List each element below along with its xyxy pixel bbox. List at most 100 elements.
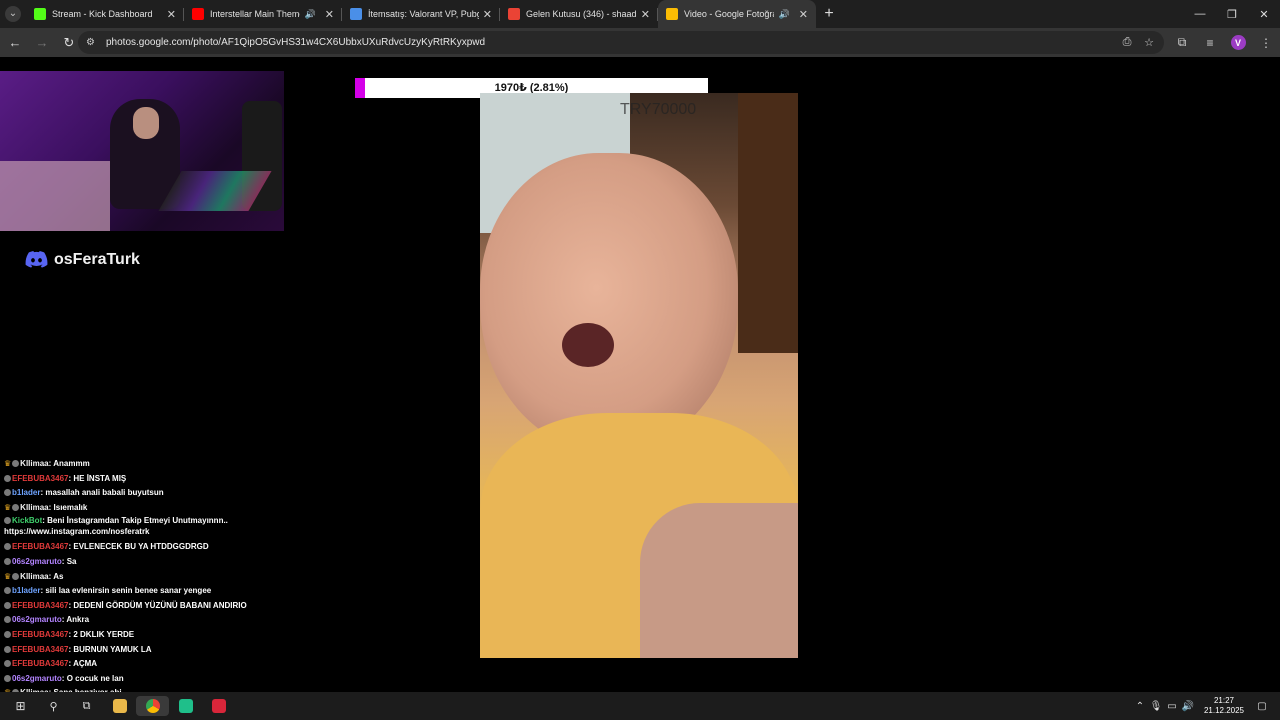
webcam-overlay xyxy=(0,71,284,231)
site-info-icon[interactable]: ⚙ xyxy=(86,37,104,48)
browser-tab[interactable]: Stream - Kick Dashboard ✕ xyxy=(26,0,184,28)
new-tab-button[interactable]: + xyxy=(816,0,842,28)
chat-message: b1lader: sili laa evlenirsin senin benee… xyxy=(4,584,254,599)
tab-close-icon[interactable]: ✕ xyxy=(167,8,176,21)
chat-message: 06s2gmaruto: Sa xyxy=(4,555,254,570)
tab-audio-icon[interactable]: 🔊 xyxy=(779,9,790,20)
chat-username[interactable]: KickBot xyxy=(12,516,42,525)
tab-close-icon[interactable]: ✕ xyxy=(799,8,808,21)
webcam-face xyxy=(133,107,159,139)
chat-overlay: ♛ Kllimaa: Anammm EFEBUBA3467: HE İNSTA MI… xyxy=(4,457,254,716)
chat-app-button[interactable] xyxy=(202,696,235,716)
back-icon[interactable]: ← xyxy=(3,31,27,55)
extensions-icon[interactable]: ⧉ xyxy=(1168,31,1196,55)
tab-title: Gelen Kutusu (346) - shaade0 xyxy=(526,9,637,19)
network-icon[interactable]: ▭ xyxy=(1164,701,1180,712)
crown-badge-icon: ♛ xyxy=(4,459,12,468)
user-badge-icon xyxy=(4,474,11,482)
crown-badge-icon: ♛ xyxy=(4,502,12,512)
chat-text: Isıemalık xyxy=(53,502,88,512)
clock-time: 21:27 xyxy=(1213,696,1234,705)
chat-text: Sa xyxy=(66,556,77,566)
video-baby-mouth xyxy=(562,323,614,367)
chat-message: EFEBUBA3467: BURNUN YAMUK LA xyxy=(4,643,254,658)
discord-handle: osFeraTurk xyxy=(25,250,140,269)
video-background-cabinet xyxy=(738,93,798,353)
tab-title: Video - Google Fotoğraflar xyxy=(684,9,774,19)
chrome-icon xyxy=(145,699,160,713)
user-badge-icon xyxy=(4,587,11,595)
address-url[interactable]: photos.google.com/photo/AF1QipO5GvHS31w4… xyxy=(106,37,485,48)
tab-search-button[interactable]: ⌄ xyxy=(0,0,26,28)
user-badge-icon xyxy=(4,674,11,682)
chat-username[interactable]: Kllimaa xyxy=(20,572,48,581)
windows-icon: ⊞ xyxy=(15,699,26,713)
close-window-icon[interactable]: ✕ xyxy=(1248,0,1280,28)
chat-message: EFEBUBA3467: 2 DKLIK YERDE xyxy=(4,628,254,643)
user-badge-icon xyxy=(12,572,20,580)
minimize-icon[interactable]: — xyxy=(1184,0,1216,28)
user-badge-icon xyxy=(12,503,20,511)
user-badge-icon xyxy=(4,601,11,609)
chat-username[interactable]: Kllimaa xyxy=(20,459,48,468)
address-bar[interactable]: ⚙ photos.google.com/photo/AF1QipO5GvHS31… xyxy=(78,31,1164,54)
chat-username[interactable]: 06s2gmaruto xyxy=(12,557,62,566)
kick-app-button[interactable] xyxy=(169,696,202,716)
start-button[interactable]: ⊞ xyxy=(4,696,37,716)
chat-username[interactable]: 06s2gmaruto xyxy=(12,674,62,683)
chat-username[interactable]: EFEBUBA3467 xyxy=(12,601,68,610)
user-badge-icon xyxy=(4,660,11,668)
page-content: osFeraTurk 1970₺ (2.81%) TRY70000 ♛ Kllim… xyxy=(0,57,1280,712)
task-view-button[interactable]: ⧉ xyxy=(70,696,103,716)
restore-icon[interactable]: ❐ xyxy=(1216,0,1248,28)
bookmark-star-icon[interactable]: ☆ xyxy=(1138,34,1160,51)
chat-app-icon xyxy=(211,699,226,713)
tab-close-icon[interactable]: ✕ xyxy=(641,8,650,21)
browser-tab[interactable]: Video - Google Fotoğraflar 🔊 ✕ xyxy=(658,0,816,28)
tab-favicon-icon xyxy=(666,8,678,20)
menu-icon[interactable]: ⋮ xyxy=(1252,31,1280,55)
chat-text: Anammm xyxy=(53,459,90,468)
photo-video-player[interactable]: TRY70000 xyxy=(480,93,798,658)
chat-username[interactable]: EFEBUBA3467 xyxy=(12,630,68,639)
video-watermark: TRY70000 xyxy=(620,101,697,118)
chevron-down-icon: ⌄ xyxy=(5,6,21,22)
volume-icon[interactable]: 🔊 xyxy=(1180,701,1196,712)
tab-favicon-icon xyxy=(350,8,362,20)
chat-text: masallah anali babali buyutsun xyxy=(45,488,164,498)
chat-username[interactable]: EFEBUBA3467 xyxy=(12,542,68,551)
system-tray: ⌃ 🎙 ▭ 🔊 21:27 21.12.2025 ▢ xyxy=(1132,692,1280,720)
tab-close-icon[interactable]: ✕ xyxy=(325,8,334,21)
chat-message: b1lader: masallah anali babali buyutsun xyxy=(4,486,254,501)
microphone-icon[interactable]: 🎙 xyxy=(1148,701,1164,712)
chat-message: 06s2gmaruto: O cocuk ne lan xyxy=(4,672,254,687)
media-controls-icon[interactable]: ≡ xyxy=(1196,31,1224,55)
chat-username[interactable]: 06s2gmaruto xyxy=(12,615,62,624)
clock[interactable]: 21:27 21.12.2025 xyxy=(1204,696,1244,716)
chat-username[interactable]: b1lader xyxy=(12,586,40,595)
profile-avatar[interactable]: V xyxy=(1224,31,1252,55)
browser-tab[interactable]: Gelen Kutusu (346) - shaade0 ✕ xyxy=(500,0,658,28)
browser-tab[interactable]: Interstellar Main Theme - E 🔊 ✕ xyxy=(184,0,342,28)
install-app-icon[interactable]: ⎙ xyxy=(1116,34,1138,51)
chat-message: EFEBUBA3467: AÇMA xyxy=(4,657,254,672)
tab-favicon-icon xyxy=(192,8,204,20)
taskbar-search[interactable]: ⚲ xyxy=(37,696,70,716)
notification-icon[interactable]: ▢ xyxy=(1254,701,1270,712)
chat-username[interactable]: EFEBUBA3467 xyxy=(12,645,68,654)
crown-badge-icon: ♛ xyxy=(4,571,12,581)
tab-favicon-icon xyxy=(508,8,520,20)
profile-initial: V xyxy=(1230,35,1246,50)
chat-username[interactable]: EFEBUBA3467 xyxy=(12,659,68,668)
chat-username[interactable]: Kllimaa xyxy=(20,503,48,512)
chat-username[interactable]: b1lader xyxy=(12,488,40,497)
tab-audio-icon[interactable]: 🔊 xyxy=(305,9,316,20)
file-explorer-button[interactable] xyxy=(103,696,136,716)
chat-username[interactable]: EFEBUBA3467 xyxy=(12,474,68,483)
tab-close-icon[interactable]: ✕ xyxy=(483,8,492,21)
chevron-up-icon[interactable]: ⌃ xyxy=(1132,701,1148,712)
forward-icon[interactable]: → xyxy=(30,31,54,55)
browser-tab[interactable]: İtemsatış: Valorant VP, Pubg M ✕ xyxy=(342,0,500,28)
user-badge-icon xyxy=(4,557,11,565)
chrome-taskbar-button[interactable] xyxy=(136,696,169,716)
